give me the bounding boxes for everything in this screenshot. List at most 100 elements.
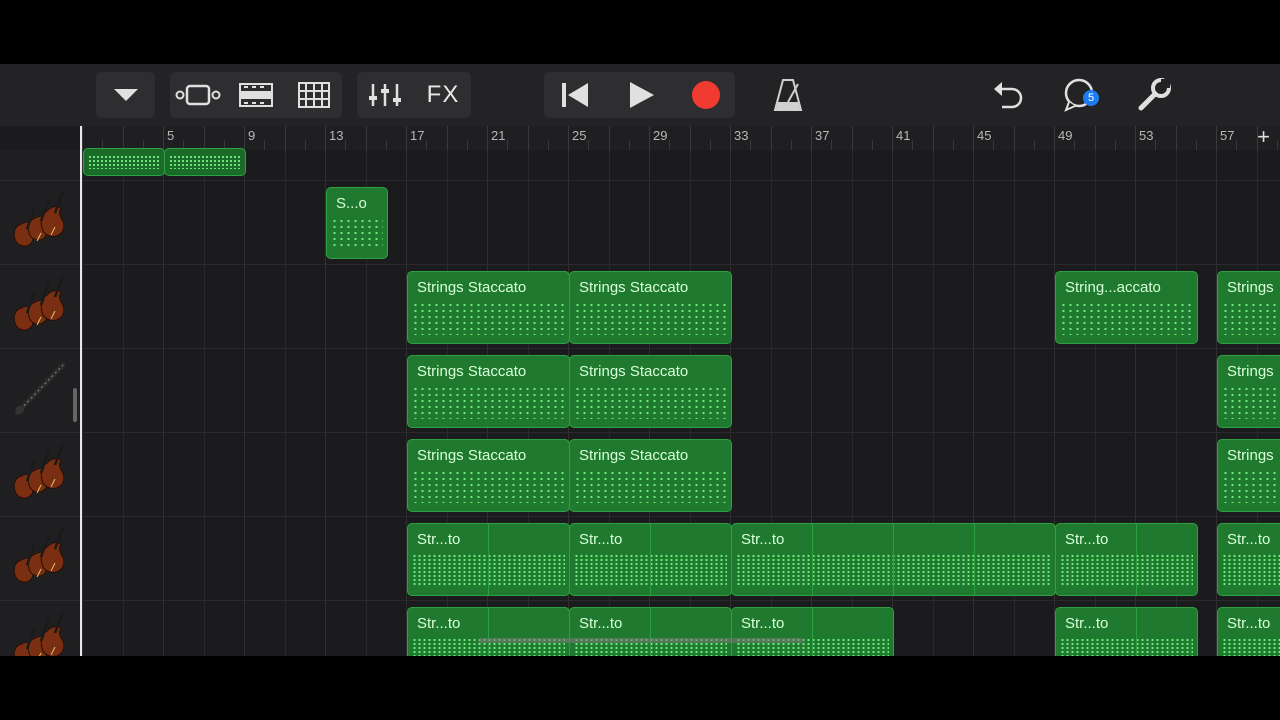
- track-lane[interactable]: Strings Staccato Strings Staccato String..…: [82, 265, 1280, 349]
- play-button[interactable]: [610, 72, 672, 118]
- grid-line: [932, 349, 934, 432]
- region-notes: [574, 386, 727, 419]
- loops-button[interactable]: 5: [1052, 72, 1108, 118]
- midi-region[interactable]: Strings: [1217, 271, 1280, 344]
- grid-line: [244, 433, 245, 516]
- ruler-tick: [507, 140, 509, 150]
- live-loops-button[interactable]: [228, 72, 284, 118]
- midi-region[interactable]: Str...to: [569, 607, 732, 656]
- track-lane[interactable]: Str...to Str...to Str...to Str...to Str...to: [82, 601, 1280, 656]
- timeline-ruler[interactable]: 5 9 13 17 21 25 29 33 37 41 45 49 53 57 +: [80, 124, 1280, 151]
- grid-line: [1094, 181, 1096, 264]
- track-header[interactable]: [0, 265, 80, 349]
- region-notes: [574, 302, 727, 335]
- undo-button[interactable]: [980, 72, 1036, 118]
- ruler-tick: [385, 140, 387, 150]
- midi-region[interactable]: Strings Staccato: [407, 271, 570, 344]
- vertical-scrollbar[interactable]: [73, 388, 77, 422]
- grid-line: [365, 150, 367, 180]
- midi-region[interactable]: Str...to: [407, 607, 570, 656]
- midi-region[interactable]: Str...to: [1217, 523, 1280, 596]
- track-header[interactable]: [0, 517, 80, 601]
- grid-line: [82, 349, 83, 432]
- play-icon: [626, 80, 656, 110]
- mixer-button[interactable]: [357, 72, 413, 118]
- ruler-tick: [446, 126, 448, 150]
- midi-region[interactable]: Str...to: [731, 523, 1056, 596]
- grid-line: [1135, 150, 1136, 180]
- midi-region[interactable]: S...o: [326, 187, 388, 259]
- ruler-tick: [203, 126, 205, 150]
- settings-button[interactable]: [1126, 72, 1182, 118]
- midi-region[interactable]: Str...to: [569, 523, 732, 596]
- midi-region[interactable]: Str...to: [407, 523, 570, 596]
- grid-line: [1135, 181, 1136, 264]
- track-header[interactable]: [0, 601, 80, 656]
- grid-line: [446, 150, 448, 180]
- midi-region[interactable]: Strings Staccato: [407, 439, 570, 512]
- midi-region[interactable]: Strings Staccato: [569, 271, 732, 344]
- midi-region[interactable]: Strings Staccato: [569, 439, 732, 512]
- playhead[interactable]: [80, 126, 82, 656]
- midi-region[interactable]: Strings Staccato: [569, 355, 732, 428]
- track-lane[interactable]: [82, 148, 1280, 181]
- track-header[interactable]: [0, 433, 80, 517]
- grid-line: [1013, 265, 1015, 348]
- undo-icon: [992, 81, 1024, 109]
- add-section-button[interactable]: +: [1257, 124, 1270, 150]
- horizontal-scrollbar[interactable]: [478, 638, 804, 643]
- grid-line: [1175, 150, 1177, 180]
- metronome-button[interactable]: [760, 72, 816, 118]
- track-lane[interactable]: Strings Staccato Strings Staccato Strings: [82, 433, 1280, 517]
- grid-line: [851, 181, 853, 264]
- ruler-tick: [345, 140, 347, 150]
- midi-region[interactable]: Str...to: [1217, 607, 1280, 656]
- track-header[interactable]: [0, 181, 80, 265]
- grid-line: [973, 433, 974, 516]
- midi-region[interactable]: [83, 148, 165, 176]
- grid-line: [973, 150, 974, 180]
- ruler-tick: [122, 126, 124, 150]
- grid-line: [325, 601, 326, 656]
- grid-line: [568, 150, 569, 180]
- midi-region[interactable]: Str...to: [731, 607, 894, 656]
- grid-line: [892, 181, 893, 264]
- region-name: Strings Staccato: [579, 447, 689, 464]
- midi-region[interactable]: Strings Staccato: [407, 355, 570, 428]
- midi-region[interactable]: Strings: [1217, 355, 1280, 428]
- region-name: Strings Staccato: [417, 279, 527, 296]
- track-lane[interactable]: Str...to Str...to Str...to Str...to Str...to: [82, 517, 1280, 601]
- ruler-tick: [649, 126, 650, 150]
- region-name: Str...to: [417, 615, 461, 632]
- grid-line: [203, 349, 205, 432]
- midi-region[interactable]: String...accato: [1055, 271, 1198, 344]
- bar-number: 33: [734, 128, 749, 143]
- grid-line: [1135, 433, 1136, 516]
- grid-line: [325, 265, 326, 348]
- grid-button[interactable]: [286, 72, 342, 118]
- region-name: Str...to: [417, 531, 461, 548]
- grid-line: [365, 517, 367, 600]
- grid-line: [973, 349, 974, 432]
- track-header[interactable]: [0, 150, 80, 181]
- go-to-beginning-button[interactable]: [544, 72, 606, 118]
- region-notes: [1060, 638, 1193, 656]
- track-lane[interactable]: S...o: [82, 181, 1280, 265]
- ruler-tick: [1216, 126, 1217, 150]
- ruler-tick: [82, 126, 83, 150]
- region-notes: [574, 470, 727, 503]
- browser-button[interactable]: [96, 72, 155, 118]
- track-header[interactable]: [0, 349, 80, 433]
- record-button[interactable]: [675, 72, 737, 118]
- midi-region[interactable]: Strings: [1217, 439, 1280, 512]
- midi-region[interactable]: Str...to: [1055, 607, 1198, 656]
- track-lane[interactable]: Strings Staccato Strings Staccato Strings: [82, 349, 1280, 433]
- midi-region[interactable]: Str...to: [1055, 523, 1198, 596]
- track-view-button[interactable]: [170, 72, 226, 118]
- record-icon: [690, 79, 722, 111]
- tracks-area[interactable]: S...o Strings Staccato Strings Staccato Str…: [82, 148, 1280, 656]
- ruler-tick: [952, 140, 954, 150]
- midi-region[interactable]: [164, 148, 246, 176]
- grid-line: [973, 181, 974, 264]
- fx-button[interactable]: FX: [415, 72, 471, 118]
